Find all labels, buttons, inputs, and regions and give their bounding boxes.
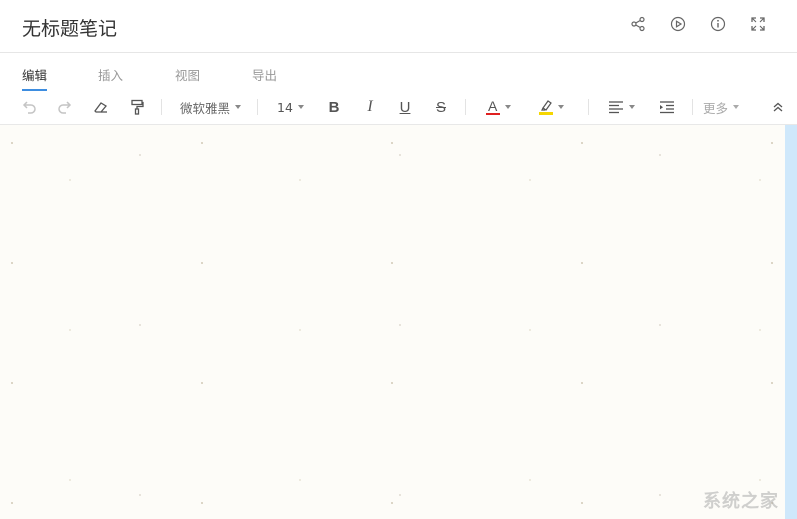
share-icon[interactable]: [629, 15, 647, 33]
font-color-bar: [486, 113, 500, 115]
ribbon-tabs: 编辑 插入 视图 导出: [0, 53, 797, 91]
chevron-down-icon: [297, 105, 304, 109]
format-painter-icon[interactable]: [128, 97, 146, 117]
chevron-down-icon: [733, 105, 740, 109]
highlighter-icon: [539, 98, 553, 116]
tab-export[interactable]: 导出: [252, 65, 277, 84]
more-label: 更多: [703, 100, 729, 116]
tab-insert[interactable]: 插入: [98, 65, 123, 84]
header-actions: [629, 15, 767, 33]
more-button[interactable]: 更多: [703, 97, 740, 117]
info-icon[interactable]: [709, 15, 727, 33]
toolbar-divider: [161, 99, 162, 115]
play-icon[interactable]: [669, 15, 687, 33]
toolbar-divider: [692, 99, 693, 115]
redo-icon[interactable]: [56, 97, 74, 117]
watermark: 系统之家: [703, 491, 779, 512]
font-family-select[interactable]: 微软雅黑: [180, 97, 242, 117]
undo-icon[interactable]: [20, 97, 38, 117]
highlight-color-bar: [539, 112, 553, 115]
collapse-toolbar-icon[interactable]: [771, 97, 785, 117]
indent-icon[interactable]: [658, 97, 676, 117]
note-editor[interactable]: [0, 125, 785, 519]
font-family-value: 微软雅黑: [180, 100, 231, 116]
font-color-button[interactable]: A: [486, 97, 511, 117]
editor-scrollbar[interactable]: [785, 125, 797, 519]
title-bar: 无标题笔记: [0, 0, 797, 53]
align-left-icon: [609, 101, 623, 114]
font-size-select[interactable]: 14: [277, 97, 304, 117]
chevron-down-icon: [505, 105, 511, 109]
underline-button[interactable]: U: [397, 97, 413, 117]
highlight-button[interactable]: [539, 97, 564, 117]
toolbar-divider: [588, 99, 589, 115]
tab-view[interactable]: 视图: [175, 65, 200, 84]
align-button[interactable]: [608, 97, 635, 117]
chevron-down-icon: [629, 105, 635, 109]
format-toolbar: 微软雅黑 14 B I U S A 更多: [0, 89, 797, 125]
bold-button[interactable]: B: [326, 97, 342, 117]
font-size-value: 14: [277, 99, 293, 115]
eraser-icon[interactable]: [92, 97, 110, 117]
chevron-down-icon: [558, 105, 564, 109]
toolbar-divider: [465, 99, 466, 115]
toolbar-divider: [257, 99, 258, 115]
fullscreen-icon[interactable]: [749, 15, 767, 33]
chevron-down-icon: [235, 105, 242, 109]
font-color-icon: A: [486, 98, 500, 116]
tab-edit[interactable]: 编辑: [22, 65, 48, 91]
font-color-letter: A: [488, 98, 498, 114]
strikethrough-button[interactable]: S: [433, 97, 449, 117]
note-title[interactable]: 无标题笔记: [22, 14, 117, 41]
italic-button[interactable]: I: [362, 97, 378, 117]
